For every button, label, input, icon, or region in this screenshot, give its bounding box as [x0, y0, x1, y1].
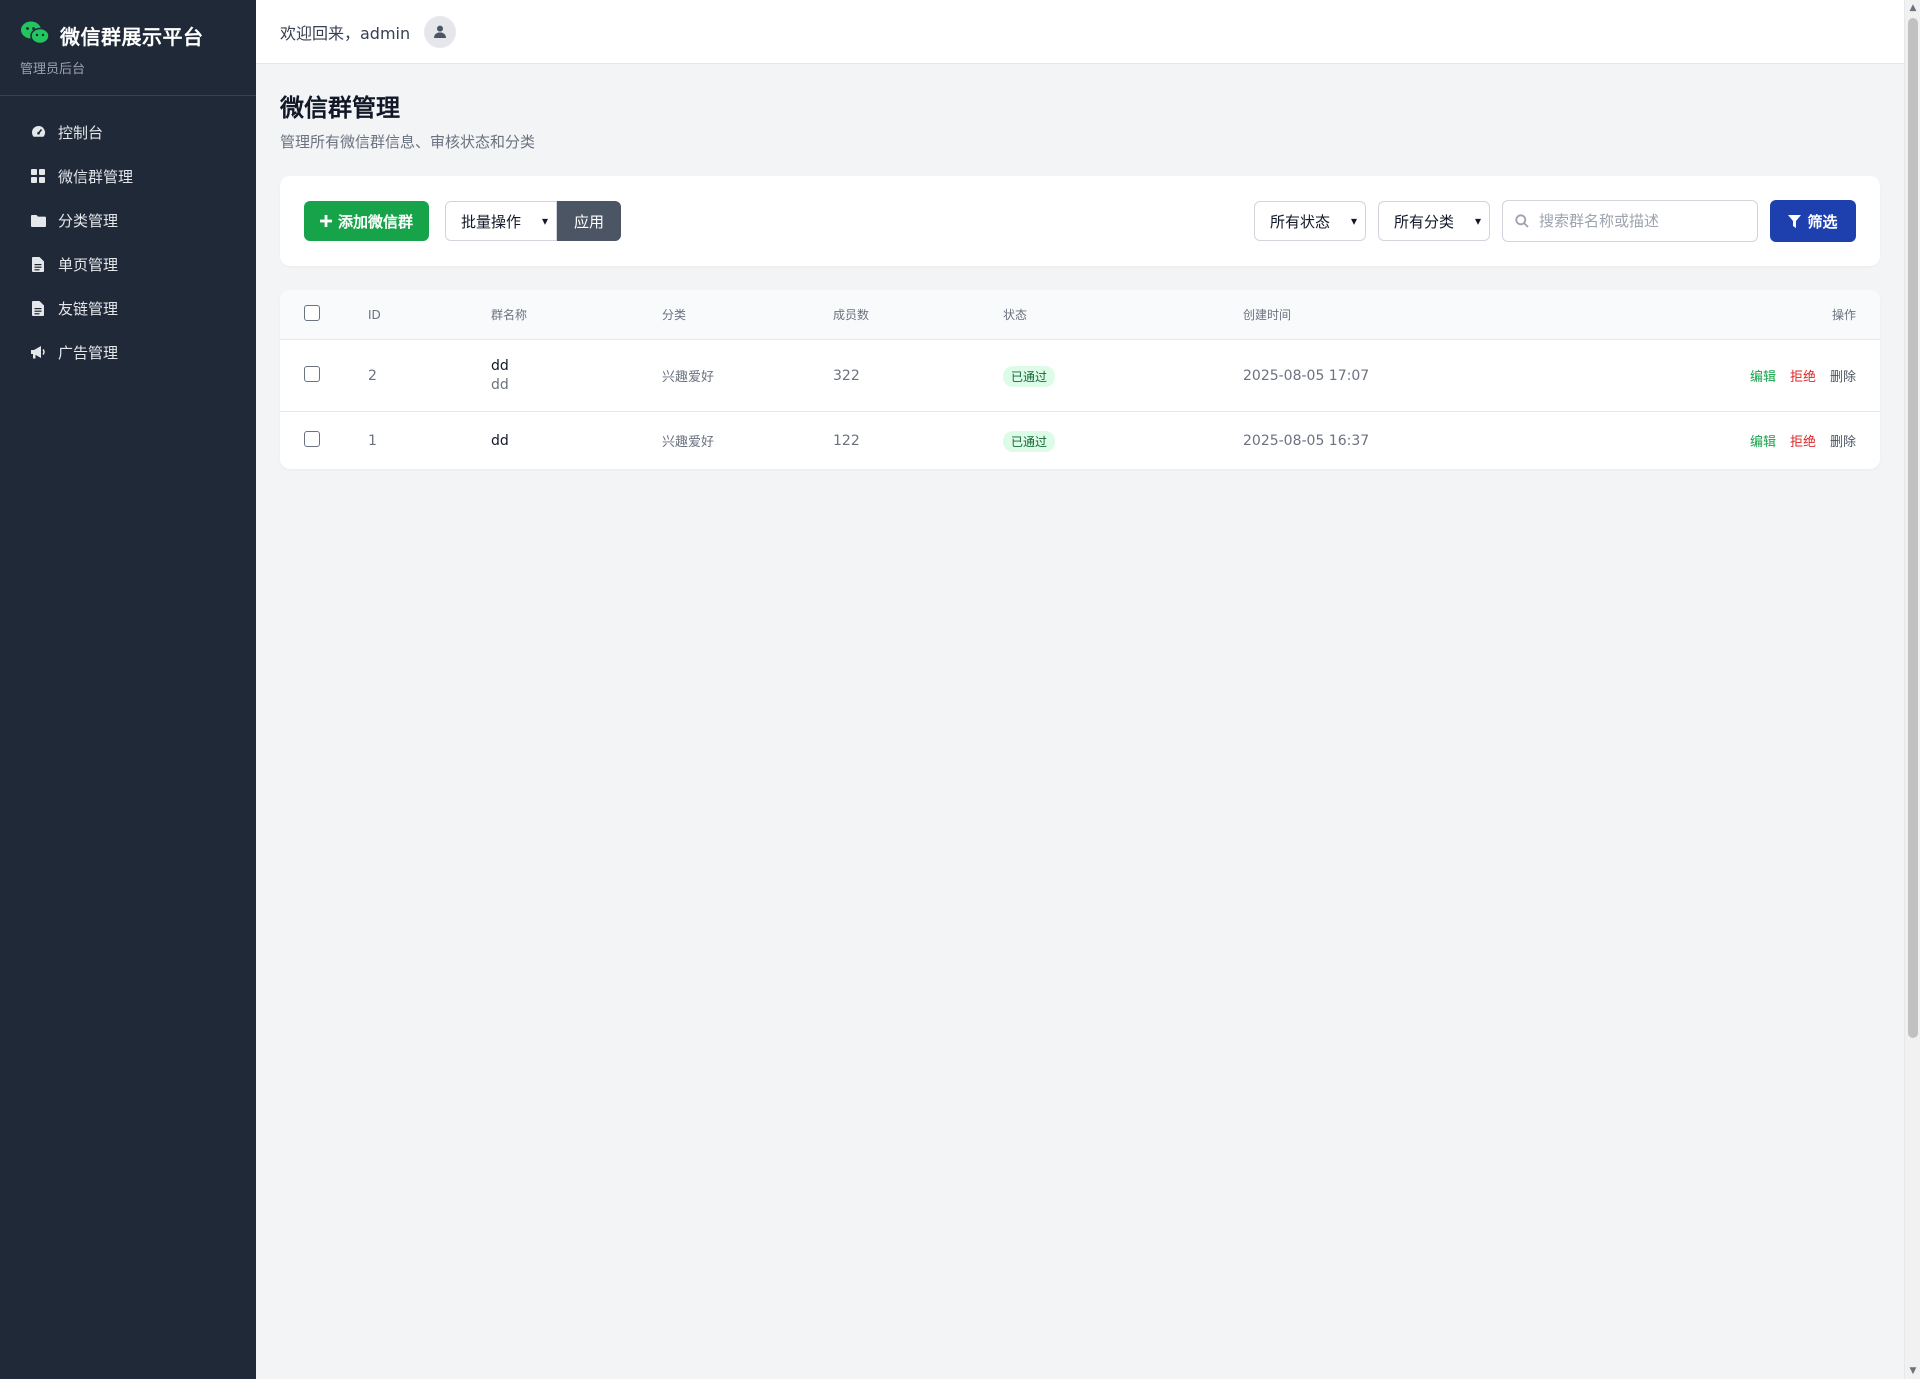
sidebar-item-label: 广告管理 [58, 343, 119, 362]
welcome-text: 欢迎回来，admin [280, 23, 411, 43]
wechat-icon [20, 20, 50, 50]
status-badge: 已通过 [1003, 366, 1056, 387]
add-group-label: 添加微信群 [338, 213, 414, 231]
plus-icon [320, 215, 332, 227]
file-icon [30, 256, 46, 272]
status-filter-value: 所有状态 [1270, 212, 1331, 231]
page-title: 微信群管理 [280, 94, 400, 122]
delete-link[interactable]: 删除 [1830, 366, 1856, 385]
row-created: 2025-08-05 16:37 [1243, 432, 1370, 449]
sidebar-item-ads[interactable]: 广告管理 [0, 330, 256, 374]
toolbar-left: 添加微信群 批量操作 ▾ 应用 [304, 201, 622, 241]
grid-icon [30, 168, 46, 184]
page-scrollbar[interactable]: ▲ ▼ [1904, 0, 1920, 1379]
sidebar-item-categories[interactable]: 分类管理 [0, 198, 256, 242]
header-actions: 操作 [1831, 308, 1856, 322]
folder-icon [30, 212, 46, 228]
apply-button[interactable]: 应用 [557, 201, 622, 241]
file-text-icon [30, 300, 46, 316]
row-status-cell: 已通过 [1003, 429, 1056, 452]
row-category: 兴趣爱好 [662, 435, 715, 450]
header-status: 状态 [1003, 308, 1028, 322]
sidebar-item-label: 友链管理 [58, 299, 119, 318]
row-id: 1 [368, 432, 377, 449]
row-name-cell: dd dd [491, 358, 509, 393]
row-name: dd [491, 358, 509, 374]
status-badge: 已通过 [1003, 431, 1056, 452]
brand-row: 微信群展示平台 [20, 20, 236, 50]
scroll-up-icon[interactable]: ▲ [1905, 0, 1920, 16]
status-filter-select[interactable]: 所有状态 ▾ [1254, 201, 1366, 241]
sidebar-nav: 控制台 微信群管理 分类管理 单页管理 友链管理 广告管理 [0, 96, 256, 374]
row-created: 2025-08-05 17:07 [1243, 367, 1370, 384]
delete-link[interactable]: 删除 [1830, 431, 1856, 450]
main-content: 微信群管理 管理所有微信群信息、审核状态和分类 添加微信群 批量操作 ▾ 应用 … [256, 64, 1904, 469]
reject-link[interactable]: 拒绝 [1790, 366, 1816, 385]
row-category: 兴趣爱好 [662, 370, 715, 385]
row-checkbox[interactable] [304, 430, 320, 451]
top-header: 欢迎回来，admin [256, 0, 1904, 64]
select-all-checkbox[interactable] [304, 305, 320, 324]
reject-link[interactable]: 拒绝 [1790, 431, 1816, 450]
sidebar-item-dashboard[interactable]: 控制台 [0, 110, 256, 154]
header-members: 成员数 [833, 308, 870, 322]
sidebar-item-wechat-groups[interactable]: 微信群管理 [0, 154, 256, 198]
groups-table: ID 群名称 分类 成员数 状态 创建时间 操作 2 dd dd 兴趣爱好 32… [280, 290, 1880, 469]
search-input[interactable] [1539, 212, 1739, 230]
row-members: 122 [833, 432, 860, 449]
sidebar-item-pages[interactable]: 单页管理 [0, 242, 256, 286]
edit-link[interactable]: 编辑 [1750, 366, 1776, 385]
header-name: 群名称 [491, 308, 528, 322]
brand: 微信群展示平台 管理员后台 [0, 0, 256, 96]
user-avatar[interactable] [424, 15, 457, 48]
page-subtitle: 管理所有微信群信息、审核状态和分类 [280, 133, 536, 151]
row-checkbox[interactable] [304, 365, 320, 386]
header-created: 创建时间 [1243, 308, 1292, 322]
megaphone-icon [30, 344, 46, 360]
sidebar-item-label: 单页管理 [58, 255, 119, 274]
brand-subtitle: 管理员后台 [20, 62, 86, 77]
chevron-down-icon: ▾ [1474, 214, 1481, 228]
dashboard-icon [30, 124, 46, 140]
sidebar-item-links[interactable]: 友链管理 [0, 286, 256, 330]
filter-button[interactable]: 筛选 [1770, 200, 1856, 242]
category-filter-value: 所有分类 [1394, 212, 1455, 231]
filter-label: 筛选 [1807, 212, 1838, 231]
header-category: 分类 [662, 308, 687, 322]
table-row: 2 dd dd 兴趣爱好 322 已通过 2025-08-05 17:07 编辑… [280, 340, 1880, 412]
sidebar-item-label: 控制台 [58, 123, 104, 142]
toolbar-right: 所有状态 ▾ 所有分类 ▾ 筛选 [1254, 200, 1856, 242]
sidebar: 微信群展示平台 管理员后台 控制台 微信群管理 分类管理 单页管理 友链管理 广… [0, 0, 256, 1379]
batch-action-select[interactable]: 批量操作 ▾ [445, 201, 558, 241]
row-id: 2 [368, 367, 377, 384]
chevron-down-icon: ▾ [1350, 214, 1357, 228]
scroll-down-icon[interactable]: ▼ [1905, 1363, 1920, 1379]
row-name: dd [491, 432, 509, 449]
scrollbar-thumb[interactable] [1908, 18, 1918, 1038]
search-icon [1515, 214, 1529, 228]
table-row: 1 dd 兴趣爱好 122 已通过 2025-08-05 16:37 编辑 拒绝… [280, 412, 1880, 469]
chevron-down-icon: ▾ [541, 214, 549, 228]
batch-action-value: 批量操作 [461, 212, 522, 231]
sidebar-item-label: 微信群管理 [58, 167, 134, 186]
toolbar: 添加微信群 批量操作 ▾ 应用 所有状态 ▾ 所有分类 ▾ 筛 [280, 176, 1880, 266]
add-group-button[interactable]: 添加微信群 [304, 201, 430, 241]
sidebar-item-label: 分类管理 [58, 211, 119, 230]
search-box [1502, 200, 1758, 242]
row-name-cell: dd [491, 433, 509, 449]
category-filter-select[interactable]: 所有分类 ▾ [1378, 201, 1490, 241]
filter-icon [1788, 214, 1802, 228]
edit-link[interactable]: 编辑 [1750, 431, 1776, 450]
table-header: ID 群名称 分类 成员数 状态 创建时间 操作 [280, 290, 1880, 340]
brand-title: 微信群展示平台 [60, 24, 204, 49]
user-icon [434, 25, 447, 38]
row-description: dd [491, 377, 509, 393]
header-id: ID [368, 307, 381, 322]
row-status-cell: 已通过 [1003, 364, 1056, 387]
row-actions: 编辑 拒绝 删除 [1750, 366, 1856, 385]
row-members: 322 [833, 367, 860, 384]
row-actions: 编辑 拒绝 删除 [1750, 431, 1856, 450]
